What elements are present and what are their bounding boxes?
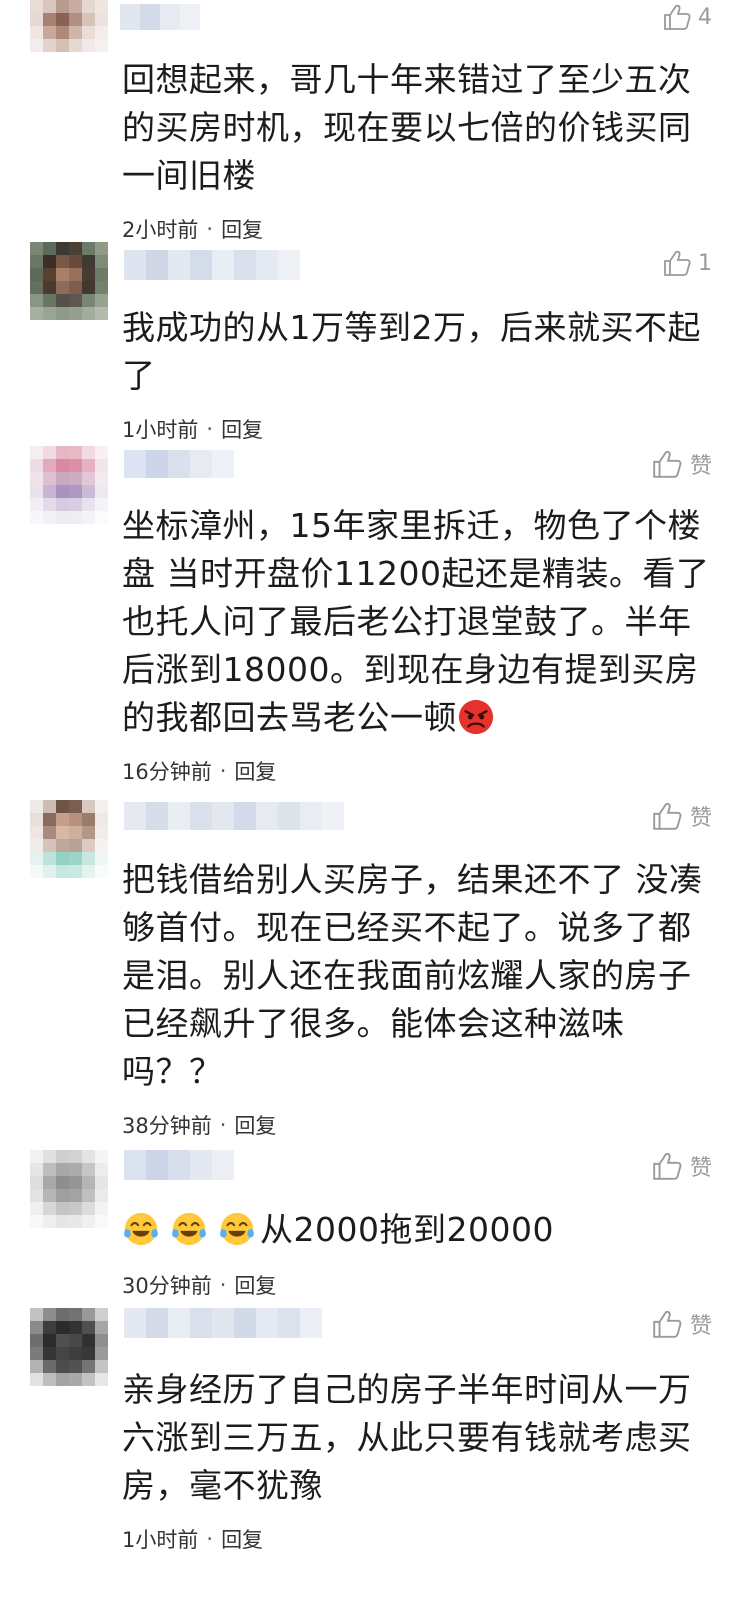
username-blurred[interactable] bbox=[124, 250, 300, 280]
crying-laughing-icon bbox=[220, 1212, 254, 1246]
separator-dot: · bbox=[206, 417, 214, 441]
reply-button[interactable]: 回复 bbox=[221, 214, 263, 244]
comment-text-content: 从2000拖到20000 bbox=[260, 1210, 554, 1249]
comment-time: 1小时前 bbox=[122, 418, 199, 442]
comment-text: 回想起来，哥几十年来错过了至少五次的买房时机，现在要以七倍的价钱买同一间旧楼 bbox=[122, 60, 692, 195]
like-label: 赞 bbox=[689, 1314, 712, 1339]
comment-meta: 38分钟前 · 回复 bbox=[122, 1110, 276, 1140]
crying-laughing-icon bbox=[172, 1212, 206, 1246]
like-count: 4 bbox=[698, 4, 712, 30]
comment-meta: 1小时前 · 回复 bbox=[122, 414, 263, 444]
comment-text: 把钱借给别人买房子，结果还不了 没凑够首付。现在已经买不起了。说多了都是泪。别人… bbox=[122, 860, 703, 1091]
separator-dot: · bbox=[219, 759, 227, 783]
like-button[interactable]: 1 bbox=[662, 248, 712, 278]
like-button[interactable]: 赞 bbox=[650, 1308, 712, 1340]
angry-face-icon bbox=[458, 699, 494, 735]
avatar[interactable] bbox=[30, 0, 108, 62]
like-count: 1 bbox=[698, 250, 712, 276]
avatar[interactable] bbox=[30, 242, 108, 320]
username-blurred[interactable] bbox=[124, 1150, 234, 1180]
avatar[interactable] bbox=[30, 800, 108, 878]
comment-text: 从2000拖到20000 bbox=[122, 1206, 716, 1254]
like-button[interactable]: 赞 bbox=[650, 800, 712, 832]
thumbs-up-icon bbox=[653, 802, 682, 830]
like-button[interactable]: 赞 bbox=[650, 1150, 712, 1182]
like-button[interactable]: 4 bbox=[662, 2, 712, 32]
username-blurred[interactable] bbox=[120, 4, 200, 30]
comment-meta: 2小时前 · 回复 bbox=[122, 214, 263, 244]
comment-time: 30分钟前 bbox=[122, 1274, 212, 1298]
thumbs-up-icon bbox=[664, 250, 691, 276]
separator-dot: · bbox=[219, 1113, 227, 1137]
reply-button[interactable]: 回复 bbox=[234, 1270, 276, 1300]
reply-button[interactable]: 回复 bbox=[234, 1110, 276, 1140]
thumbs-up-icon bbox=[653, 450, 682, 478]
username-blurred[interactable] bbox=[124, 802, 360, 830]
comment-text-content: 坐标漳州，15年家里拆迁，物色了个楼盘 当时开盘价11200起还是精装。看了也托… bbox=[122, 506, 710, 737]
comment-meta: 16分钟前 · 回复 bbox=[122, 756, 276, 786]
avatar[interactable] bbox=[30, 1150, 108, 1228]
crying-laughing-icon bbox=[124, 1212, 158, 1246]
comment-text: 坐标漳州，15年家里拆迁，物色了个楼盘 当时开盘价11200起还是精装。看了也托… bbox=[122, 502, 716, 742]
comment-meta: 30分钟前 · 回复 bbox=[122, 1270, 276, 1300]
username-blurred[interactable] bbox=[124, 450, 234, 478]
comment-time: 1小时前 bbox=[122, 1528, 199, 1552]
thumbs-up-icon bbox=[653, 1152, 682, 1180]
like-button[interactable]: 赞 bbox=[650, 448, 712, 480]
reply-button[interactable]: 回复 bbox=[234, 756, 276, 786]
like-label: 赞 bbox=[689, 454, 712, 479]
separator-dot: · bbox=[206, 217, 214, 241]
comment-time: 38分钟前 bbox=[122, 1114, 212, 1138]
reply-button[interactable]: 回复 bbox=[221, 1524, 263, 1554]
like-label: 赞 bbox=[689, 806, 712, 831]
comment-text: 我成功的从1万等到2万，后来就买不起了 bbox=[122, 308, 701, 395]
avatar[interactable] bbox=[30, 1308, 108, 1386]
like-label: 赞 bbox=[689, 1156, 712, 1181]
avatar[interactable] bbox=[30, 446, 108, 524]
separator-dot: · bbox=[219, 1273, 227, 1297]
comment-time: 16分钟前 bbox=[122, 760, 212, 784]
username-blurred[interactable] bbox=[124, 1308, 330, 1338]
reply-button[interactable]: 回复 bbox=[221, 414, 263, 444]
thumbs-up-icon bbox=[664, 4, 691, 30]
comment-meta: 1小时前 · 回复 bbox=[122, 1524, 263, 1554]
comment-time: 2小时前 bbox=[122, 218, 199, 242]
thumbs-up-icon bbox=[653, 1310, 682, 1338]
comment-text: 亲身经历了自己的房子半年时间从一万六涨到三万五，从此只要有钱就考虑买房，毫不犹豫 bbox=[122, 1370, 692, 1505]
separator-dot: · bbox=[206, 1527, 214, 1551]
